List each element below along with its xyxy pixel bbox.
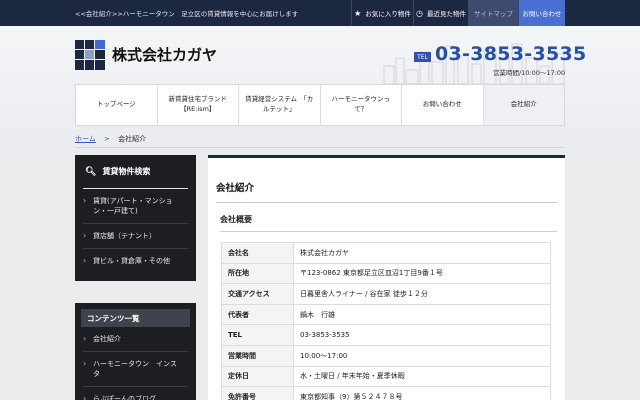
nav-reism[interactable]: 新賃貸住宅ブランド【RE:ism】 [158,85,239,125]
global-nav: トップページ 新賃貸住宅ブランド【RE:ism】 賃貸経営システム 「カルテット… [75,84,565,126]
section-title: 会社概要 [220,215,252,224]
sidebar-item-building[interactable]: 貸ビル・貸倉庫・その他 [83,249,188,273]
breadcrumb-home[interactable]: ホーム [75,135,96,143]
company-logo[interactable] [75,40,105,70]
clock-icon: ◷ [416,8,423,18]
nav-top-page[interactable]: トップページ [76,85,158,125]
divider [216,202,557,203]
row-value: 03-3853-3535 [293,324,551,346]
row-value: 水・土曜日 / 年末年始・夏季休暇 [293,365,551,388]
row-key: 会社名 [221,242,294,264]
table-row: 会社名 株式会社カガヤ [221,242,551,264]
sidebar-contents-title: コンテンツ一覧 [81,309,190,327]
table-row: 営業時間 10:00～17:00 [221,344,551,367]
row-key: 営業時間 [221,344,294,367]
top-bar: <<会社紹介>>ハーモニータウン 足立区の賃貸情報を中心にお届けします ★ お気… [0,0,640,26]
sidebar-item-blog[interactable]: らぶぽーんのブログ [83,387,188,400]
table-row: TEL 03-3853-3535 [221,324,551,346]
contact-button[interactable]: お問い合わせ [518,0,565,26]
row-key: 交通アクセス [221,283,294,305]
row-key: 定休日 [221,365,294,388]
nav-quartet[interactable]: 賃貸経営システム 「カルテット」 [239,85,321,125]
row-value: 〒123-0862 東京都足立区皿沼1丁目9番１号 [293,262,551,285]
breadcrumb: ホーム > 会社紹介 [75,134,146,144]
table-row: 定休日 水・土曜日 / 年末年始・夏季休暇 [221,365,551,388]
table-row: 交通アクセス 日暮里舎人ライナー / 谷在家 徒歩１２分 [221,283,551,305]
favorites-link[interactable]: ★ お気に入り物件 [351,0,413,26]
row-key: 免許番号 [221,386,294,400]
divider [220,231,557,232]
page-title: 会社紹介 [216,183,255,194]
sidebar-search-title: 賃貸物件検索 [102,167,151,176]
nav-harmony-town[interactable]: ハーモニータウンって？ [321,85,402,125]
tel-badge: TEL [414,52,431,62]
row-value: 10:00～17:00 [293,344,551,367]
sidebar-item-instagram[interactable]: ハーモニータウン インスタ [83,352,188,388]
nav-company[interactable]: 会社紹介 [483,85,564,125]
table-row: 免許番号 東京都知事（9）第５２４７８号 [221,386,551,400]
row-value: 鍋木 行雄 [293,303,551,326]
recent-link[interactable]: ◷ 最近見た物件 [413,0,468,26]
row-value: 東京都知事（9）第５２４７８号 [293,386,551,400]
divider [75,147,565,148]
row-value: 日暮里舎人ライナー / 谷在家 徒歩１２分 [293,283,551,305]
sidebar-contents-panel: コンテンツ一覧 会社紹介 ハーモニータウン インスタ らぶぽーんのブログ [75,303,196,400]
sidebar-search-panel: 🔍︎ 賃貸物件検索 賃貸(アパート・マンション・一戸建て) 貸店舗（テナント） … [75,155,196,281]
sidebar-search-heading: 🔍︎ 賃貸物件検索 [83,155,188,189]
site-tagline: <<会社紹介>>ハーモニータウン 足立区の賃貸情報を中心にお届けします [75,10,299,18]
row-key: TEL [221,324,294,346]
sitemap-link[interactable]: サイトマップ [468,0,518,26]
row-key: 所在地 [221,262,294,285]
sidebar-item-rental-housing[interactable]: 賃貸(アパート・マンション・一戸建て) [83,189,188,225]
star-icon: ★ [354,8,362,18]
row-key: 代表者 [221,303,294,326]
breadcrumb-current: 会社紹介 [118,135,147,143]
table-row: 代表者 鍋木 行雄 [221,303,551,326]
company-name[interactable]: 株式会社カガヤ [112,44,217,65]
company-info-table: 会社名 株式会社カガヤ 所在地 〒123-0862 東京都足立区皿沼1丁目9番１号 … [221,242,551,400]
search-icon: 🔍︎ [85,166,97,177]
main-content: 会社紹介 会社概要 会社名 株式会社カガヤ 所在地 〒123-0862 東京都足立区… [208,155,565,400]
recent-label: 最近見た物件 [426,10,466,18]
nav-contact[interactable]: お問い合わせ [402,85,484,125]
favorites-label: お気に入り物件 [365,10,411,18]
sidebar-item-store[interactable]: 貸店舗（テナント） [83,224,188,250]
table-row: 所在地 〒123-0862 東京都足立区皿沼1丁目9番１号 [221,262,551,285]
phone-number[interactable]: 03-3853-3535 [435,43,587,65]
sidebar-item-company[interactable]: 会社紹介 [83,327,188,353]
business-hours: 営業時間/10:00～17:00 [493,69,566,77]
breadcrumb-separator: > [104,135,110,143]
row-value: 株式会社カガヤ [293,242,551,264]
